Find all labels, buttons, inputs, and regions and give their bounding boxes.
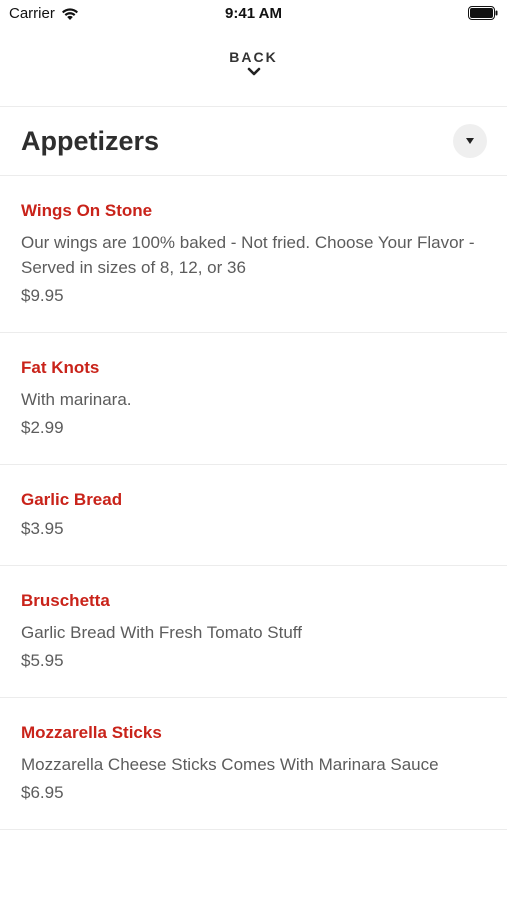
menu-item-name: Mozzarella Sticks bbox=[21, 723, 162, 742]
menu-item-description: With marinara. bbox=[21, 390, 132, 409]
menu-item-name: Fat Knots bbox=[21, 358, 100, 377]
menu-item-price: $5.95 bbox=[21, 651, 64, 670]
menu-item[interactable]: Garlic Bread $3.95 bbox=[0, 465, 507, 566]
menu-item-price: $6.95 bbox=[21, 783, 64, 802]
caret-down-icon bbox=[466, 138, 474, 144]
menu-item-price: $3.95 bbox=[21, 519, 64, 538]
back-label: BACK bbox=[229, 49, 278, 65]
menu-item-price: $2.99 bbox=[21, 418, 64, 437]
back-button[interactable]: BACK bbox=[0, 40, 507, 100]
section-header: Appetizers bbox=[0, 107, 507, 176]
section-dropdown-button[interactable] bbox=[453, 124, 487, 158]
menu-item[interactable]: Mozzarella Sticks Mozzarella Cheese Stic… bbox=[0, 698, 507, 830]
status-bar: Carrier 9:41 AM bbox=[0, 0, 507, 28]
chevron-down-icon bbox=[247, 67, 260, 76]
menu-item[interactable]: Bruschetta Garlic Bread With Fresh Tomat… bbox=[0, 566, 507, 698]
menu-item-name: Bruschetta bbox=[21, 591, 110, 610]
menu-item-name: Wings On Stone bbox=[21, 201, 153, 220]
menu-item-description: Our wings are 100% baked - Not fried. Ch… bbox=[21, 233, 475, 277]
section-title: Appetizers bbox=[21, 126, 160, 156]
menu-item[interactable]: Wings On Stone Our wings are 100% baked … bbox=[0, 176, 507, 333]
menu-item-price: $9.95 bbox=[21, 286, 64, 305]
menu-item-name: Garlic Bread bbox=[21, 490, 123, 509]
menu-screen: Carrier 9:41 AM BACK Appetizers Wings On… bbox=[0, 0, 507, 900]
menu-item[interactable]: Fat Knots With marinara. $2.99 bbox=[0, 333, 507, 465]
menu-item-description: Mozzarella Cheese Sticks Comes With Mari… bbox=[21, 755, 439, 774]
menu-item-list: Wings On Stone Our wings are 100% baked … bbox=[0, 176, 507, 830]
menu-item-description: Garlic Bread With Fresh Tomato Stuff bbox=[21, 623, 302, 642]
status-time: 9:41 AM bbox=[225, 5, 282, 22]
battery-icon bbox=[468, 6, 498, 20]
